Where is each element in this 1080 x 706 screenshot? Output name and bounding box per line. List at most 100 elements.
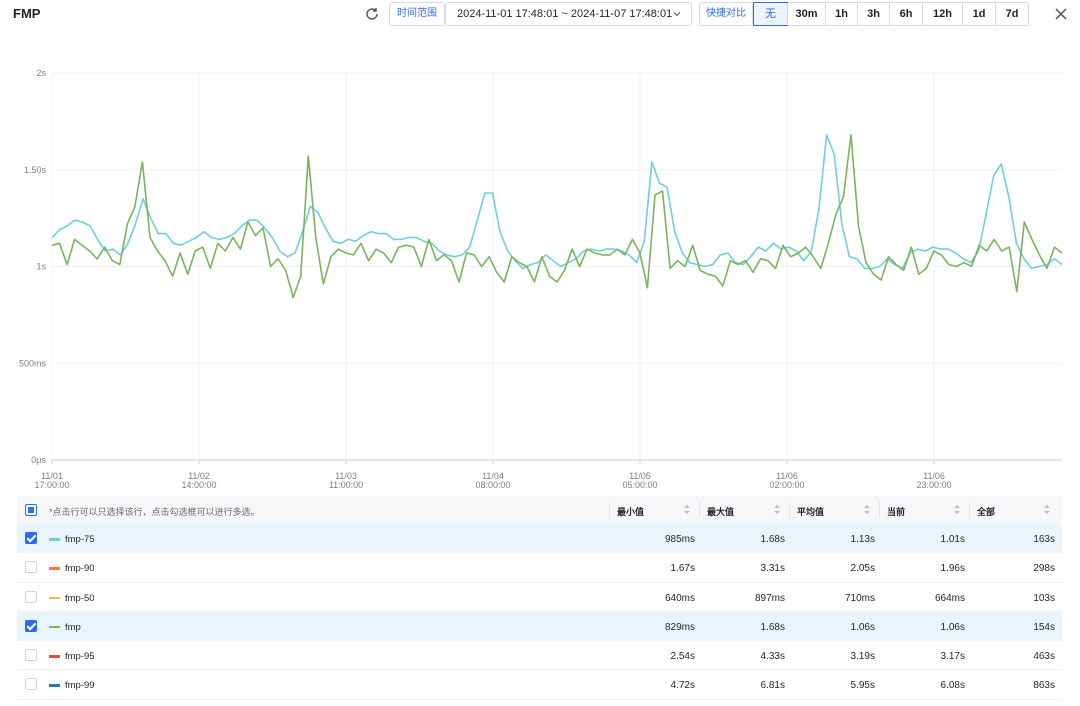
cell-min: 1.67s <box>670 563 695 575</box>
cell-max: 897ms <box>754 592 785 604</box>
series-name: fmp-95 <box>65 651 95 663</box>
series-color-swatch <box>49 625 60 629</box>
cell-max: 6.81s <box>760 680 785 692</box>
column-separator <box>699 502 700 518</box>
cell-avg: 1.13s <box>850 534 875 545</box>
table-row[interactable]: fmp-99 4.72s 6.81s 5.95s 6.08s 863s <box>17 670 1062 700</box>
column-separator <box>789 502 790 518</box>
date-range-value: 2024-11-01 17:48:01 ~ 2024-11-07 17:48:0… <box>457 8 673 20</box>
toolbar: FMP 时间范围 2024-11-01 17:48:01 ~ 2024-11-0… <box>0 0 1080 30</box>
table-row[interactable]: fmp-90 1.67s 3.31s 2.05s 1.96s 298s <box>17 553 1062 583</box>
cell-max: 1.68s <box>760 621 785 633</box>
series-name: fmp-50 <box>65 592 95 604</box>
x-tick-label: 17:00:00 <box>34 480 69 490</box>
series-color-swatch <box>49 538 60 541</box>
row-checkbox[interactable] <box>25 649 37 662</box>
table-row[interactable]: fmp-50 640ms 897ms 710ms 664ms 103s <box>17 583 1062 612</box>
quick-option-12h[interactable]: 12h <box>922 3 962 25</box>
row-checkbox[interactable] <box>25 561 37 574</box>
sort-icon[interactable] <box>954 504 960 515</box>
x-tick-label: 23:00:00 <box>916 480 951 490</box>
table-header: *点击行可以只选择该行，点击勾选框可以进行多选。 最小值 最大值 平均值 当前 全部 <box>17 496 1062 524</box>
quick-option-30m[interactable]: 30m <box>787 3 825 25</box>
cell-all: 863s <box>1033 680 1055 692</box>
column-separator <box>969 502 970 518</box>
row-checkbox[interactable] <box>25 619 37 632</box>
table-hint: *点击行可以只选择该行，点击勾选框可以进行多选。 <box>49 507 260 517</box>
cell-cur: 6.08s <box>940 680 965 692</box>
cell-min: 4.72s <box>670 680 695 692</box>
refresh-icon[interactable] <box>364 6 380 22</box>
sort-icon[interactable] <box>1044 504 1050 515</box>
time-range-button[interactable]: 时间范围 <box>389 2 445 26</box>
cell-max: 3.31s <box>760 563 785 575</box>
x-tick-label: 02:00:00 <box>769 480 804 490</box>
select-all-checkbox[interactable] <box>25 504 37 516</box>
series-name: fmp-75 <box>65 534 95 545</box>
series-color-swatch <box>49 567 60 570</box>
series-name: fmp <box>65 621 81 633</box>
cell-min: 2.54s <box>670 651 695 663</box>
series-name: fmp-90 <box>65 563 95 575</box>
close-icon[interactable] <box>1053 6 1069 22</box>
column-header[interactable]: 全部 <box>977 505 995 518</box>
cell-avg: 1.06s <box>850 621 875 633</box>
quick-option-无[interactable]: 无 <box>753 2 788 26</box>
fmp-line-chart: 2s1.50s1s500ms0μs11/0117:00:0011/0214:00… <box>19 68 1063 490</box>
cell-max: 4.33s <box>760 651 785 663</box>
cell-all: 154s <box>1033 621 1055 633</box>
table-row[interactable]: fmp-95 2.54s 4.33s 3.19s 3.17s 463s <box>17 641 1062 671</box>
table-row[interactable]: fmp 829ms 1.68s 1.06s 1.06s 154s <box>17 611 1062 642</box>
date-range-picker[interactable]: 2024-11-01 17:48:01 ~ 2024-11-07 17:48:0… <box>445 2 692 26</box>
cell-cur: 1.01s <box>940 534 965 545</box>
series-color-swatch <box>49 655 60 658</box>
row-checkbox[interactable] <box>25 532 37 544</box>
series-line-fmp <box>51 134 1063 299</box>
chevron-down-icon <box>673 12 681 17</box>
cell-min: 829ms <box>664 621 695 633</box>
sort-icon[interactable] <box>774 504 780 515</box>
table-row[interactable]: fmp-75 985ms 1.68s 1.13s 1.01s 163s <box>17 524 1062 554</box>
cell-cur: 1.96s <box>940 563 965 575</box>
series-color-swatch <box>49 684 60 687</box>
y-tick-label: 0μs <box>31 455 46 465</box>
x-tick-label: 08:00:00 <box>475 480 510 490</box>
cell-min: 985ms <box>664 534 695 545</box>
column-header[interactable]: 最小值 <box>617 505 644 518</box>
cell-avg: 2.05s <box>850 563 875 575</box>
sort-icon[interactable] <box>684 504 690 515</box>
cell-all: 298s <box>1033 563 1055 575</box>
quick-option-1d[interactable]: 1d <box>962 3 995 25</box>
cell-all: 103s <box>1033 592 1055 604</box>
cell-cur: 664ms <box>934 592 965 604</box>
cell-cur: 3.17s <box>940 651 965 663</box>
cell-min: 640ms <box>664 592 695 604</box>
row-checkbox[interactable] <box>25 590 37 603</box>
sort-icon[interactable] <box>864 504 870 515</box>
series-color-swatch <box>49 596 60 600</box>
cell-all: 163s <box>1033 534 1055 545</box>
series-name: fmp-99 <box>65 680 95 692</box>
page-title: FMP <box>13 6 41 21</box>
quick-option-6h[interactable]: 6h <box>889 3 922 25</box>
cell-avg: 710ms <box>844 592 875 604</box>
quick-compare-button[interactable]: 快捷对比 <box>699 2 753 26</box>
quick-option-3h[interactable]: 3h <box>857 3 889 25</box>
column-header[interactable]: 最大值 <box>707 505 734 518</box>
y-tick-label: 2s <box>36 68 46 78</box>
y-tick-label: 500ms <box>19 358 47 368</box>
cell-cur: 1.06s <box>940 621 965 633</box>
cell-all: 463s <box>1033 651 1055 663</box>
quick-option-1h[interactable]: 1h <box>825 3 857 25</box>
column-header[interactable]: 当前 <box>887 505 905 518</box>
series-table: *点击行可以只选择该行，点击勾选框可以进行多选。 最小值 最大值 平均值 当前 全部 f… <box>17 496 1062 700</box>
column-header[interactable]: 平均值 <box>797 505 824 518</box>
column-separator <box>609 502 610 518</box>
quick-option-7d[interactable]: 7d <box>995 3 1028 25</box>
cell-max: 1.68s <box>760 534 785 545</box>
y-tick-label: 1s <box>36 262 46 272</box>
y-tick-label: 1.50s <box>24 165 47 175</box>
quick-compare-options: 无 30m 1h 3h 6h 12h 1d 7d <box>753 2 1029 26</box>
x-tick-label: 11:00:00 <box>329 480 363 490</box>
row-checkbox[interactable] <box>25 678 37 691</box>
